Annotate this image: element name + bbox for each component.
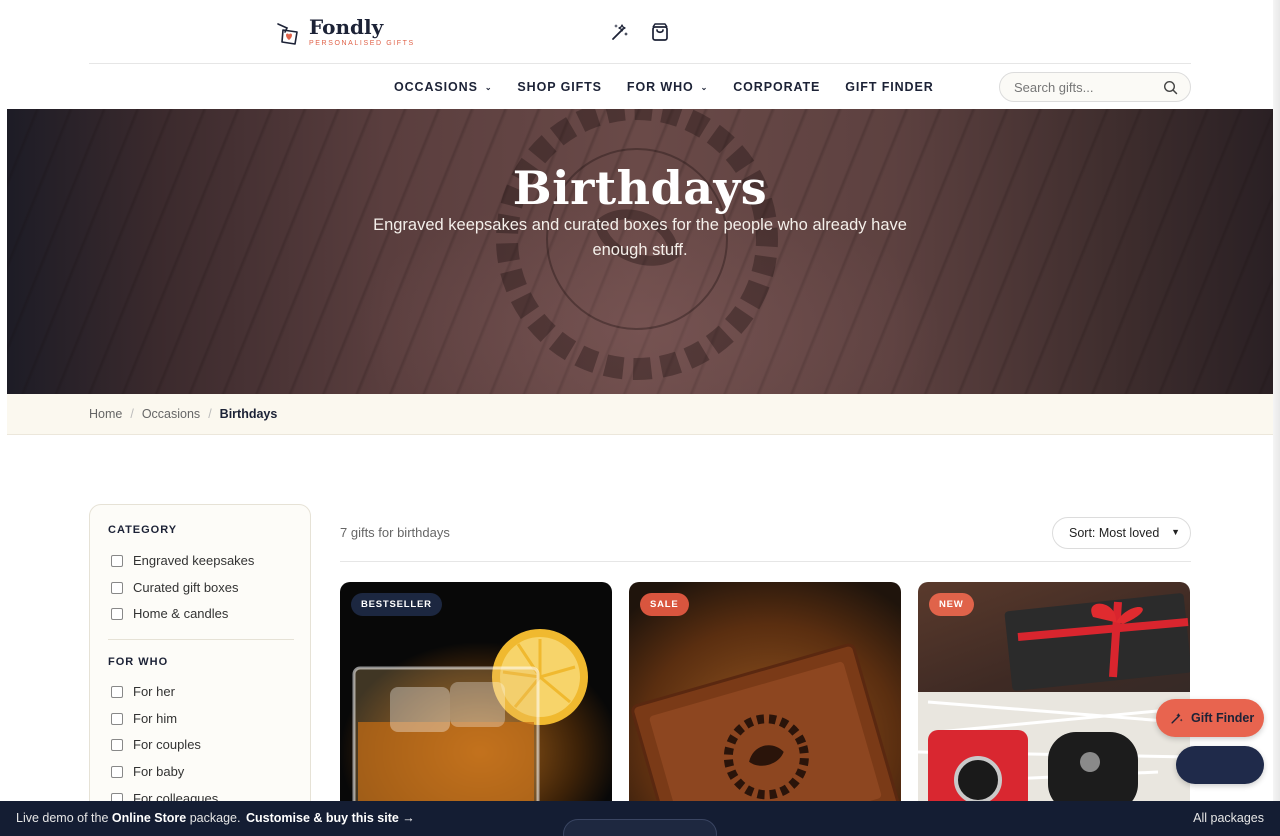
checkbox[interactable] [111, 712, 123, 725]
checkbox[interactable] [111, 581, 123, 594]
breadcrumb-occasions[interactable]: Occasions [142, 407, 200, 421]
nav-corporate[interactable]: CORPORATE [733, 80, 820, 94]
filter-option[interactable]: Curated gift boxes [111, 580, 239, 595]
divider [340, 561, 1191, 562]
chevron-down-icon: ▼ [1171, 527, 1180, 537]
filter-option[interactable]: For baby [111, 764, 184, 779]
result-count: 7 gifts for birthdays [340, 525, 450, 540]
sort-select[interactable]: Sort: Most loved ▼ [1052, 517, 1191, 549]
divider [108, 639, 294, 640]
nav-gift-finder[interactable]: GIFT FINDER [845, 80, 933, 94]
nav-for-who-label: FOR WHO [626, 80, 694, 94]
whiskey-glass-image [352, 629, 588, 812]
filter-option-label: For her [133, 684, 175, 699]
filter-option-label: For him [133, 711, 178, 726]
all-packages-link[interactable]: All packages [1193, 811, 1264, 825]
filter-option-label: Engraved keepsakes [133, 553, 255, 568]
breadcrumb-current: Birthdays [219, 407, 278, 421]
chevron-down-icon: ⌄ [484, 82, 493, 92]
search-box [999, 72, 1191, 102]
nav-menu: OCCASIONS ⌄ SHOP GIFTS FOR WHO ⌄ CORPORA… [394, 80, 959, 94]
filter-option[interactable]: For couples [111, 737, 201, 752]
checkbox[interactable] [111, 738, 123, 751]
checkbox[interactable] [111, 607, 123, 620]
engraved-wood-box-image [631, 643, 900, 812]
product-card[interactable]: SALE [629, 582, 901, 812]
brand-name: Fondly [309, 15, 384, 39]
filter-option[interactable]: For her [111, 684, 175, 699]
main-nav: OCCASIONS ⌄ SHOP GIFTS FOR WHO ⌄ CORPORA… [0, 64, 1280, 109]
filter-heading-category: CATEGORY [108, 524, 178, 536]
filter-option[interactable]: Home & candles [111, 606, 228, 621]
badge-sale: SALE [640, 593, 689, 616]
filter-option[interactable]: For him [111, 711, 177, 726]
scrollbar-track [1273, 0, 1280, 801]
customise-buy-link[interactable]: Customise & buy this site → [246, 811, 415, 825]
filter-option[interactable]: Engraved keepsakes [111, 553, 254, 568]
badge-bestseller: BESTSELLER [351, 593, 442, 616]
nav-occasions[interactable]: OCCASIONS ⌄ [394, 80, 492, 94]
nav-for-who[interactable]: FOR WHO ⌄ [627, 80, 708, 94]
breadcrumb-home[interactable]: Home [89, 407, 122, 421]
page-subtitle: Engraved keepsakes and curated boxes for… [373, 216, 907, 259]
demo-bar-package: Online Store [111, 811, 187, 825]
nav-corporate-label: CORPORATE [733, 80, 821, 94]
breadcrumb-separator: / [130, 407, 134, 421]
page-title: Birthdays [512, 161, 768, 215]
demo-bar: Live demo of the Online Store package. C… [0, 801, 1280, 836]
filter-heading-for-who: FOR WHO [108, 656, 169, 668]
filter-sidebar: CATEGORY Engraved keepsakes Curated gift… [89, 504, 311, 814]
search-icon[interactable] [1163, 80, 1178, 95]
search-input[interactable] [1014, 79, 1154, 95]
gift-finder-button[interactable]: Gift Finder [1156, 699, 1264, 737]
breadcrumb: Home / Occasions / Birthdays [7, 394, 1273, 435]
gift-finder-label: Gift Finder [1191, 711, 1255, 725]
nav-gift-finder-label: GIFT FINDER [845, 80, 934, 94]
badge-new: NEW [929, 593, 974, 616]
filter-option-label: For couples [133, 737, 201, 752]
demo-bar-prefix: Live demo of the [16, 811, 109, 825]
filter-option-label: Home & candles [133, 606, 229, 621]
filter-option-label: For baby [133, 764, 185, 779]
gift-tag-logo-icon [277, 23, 298, 45]
breadcrumb-separator: / [208, 407, 212, 421]
magic-wand-icon [1171, 713, 1183, 724]
nav-shop-gifts-label: SHOP GIFTS [517, 80, 602, 94]
brand-logo[interactable]: Fondly PERSONALISED GIFTS [275, 14, 415, 47]
chevron-down-icon: ⌄ [700, 82, 709, 92]
magic-wand-icon[interactable] [610, 22, 630, 42]
checkbox[interactable] [111, 685, 123, 698]
demo-toolbar[interactable] [563, 819, 717, 836]
demo-bar-suffix: package. [189, 811, 241, 825]
gift-box-accessories-image [918, 593, 1190, 812]
nav-shop-gifts[interactable]: SHOP GIFTS [517, 80, 601, 94]
filter-option-label: Curated gift boxes [133, 580, 239, 595]
brand-tagline: PERSONALISED GIFTS [309, 40, 415, 47]
sort-select-label: Sort: Most loved [1069, 526, 1160, 540]
checkbox[interactable] [111, 554, 123, 567]
product-card[interactable]: NEW [918, 582, 1190, 812]
demo-bar-text: Live demo of the Online Store package. [16, 811, 240, 825]
site-header: Fondly PERSONALISED GIFTS [89, 0, 1191, 64]
nav-occasions-label: OCCASIONS [394, 80, 478, 94]
shopping-bag-icon[interactable] [650, 22, 670, 42]
checkbox[interactable] [111, 765, 123, 778]
chat-button[interactable] [1176, 746, 1264, 784]
hero-banner: Birthdays Engraved keepsakes and curated… [7, 109, 1273, 394]
product-card[interactable]: BESTSELLER [340, 582, 612, 812]
